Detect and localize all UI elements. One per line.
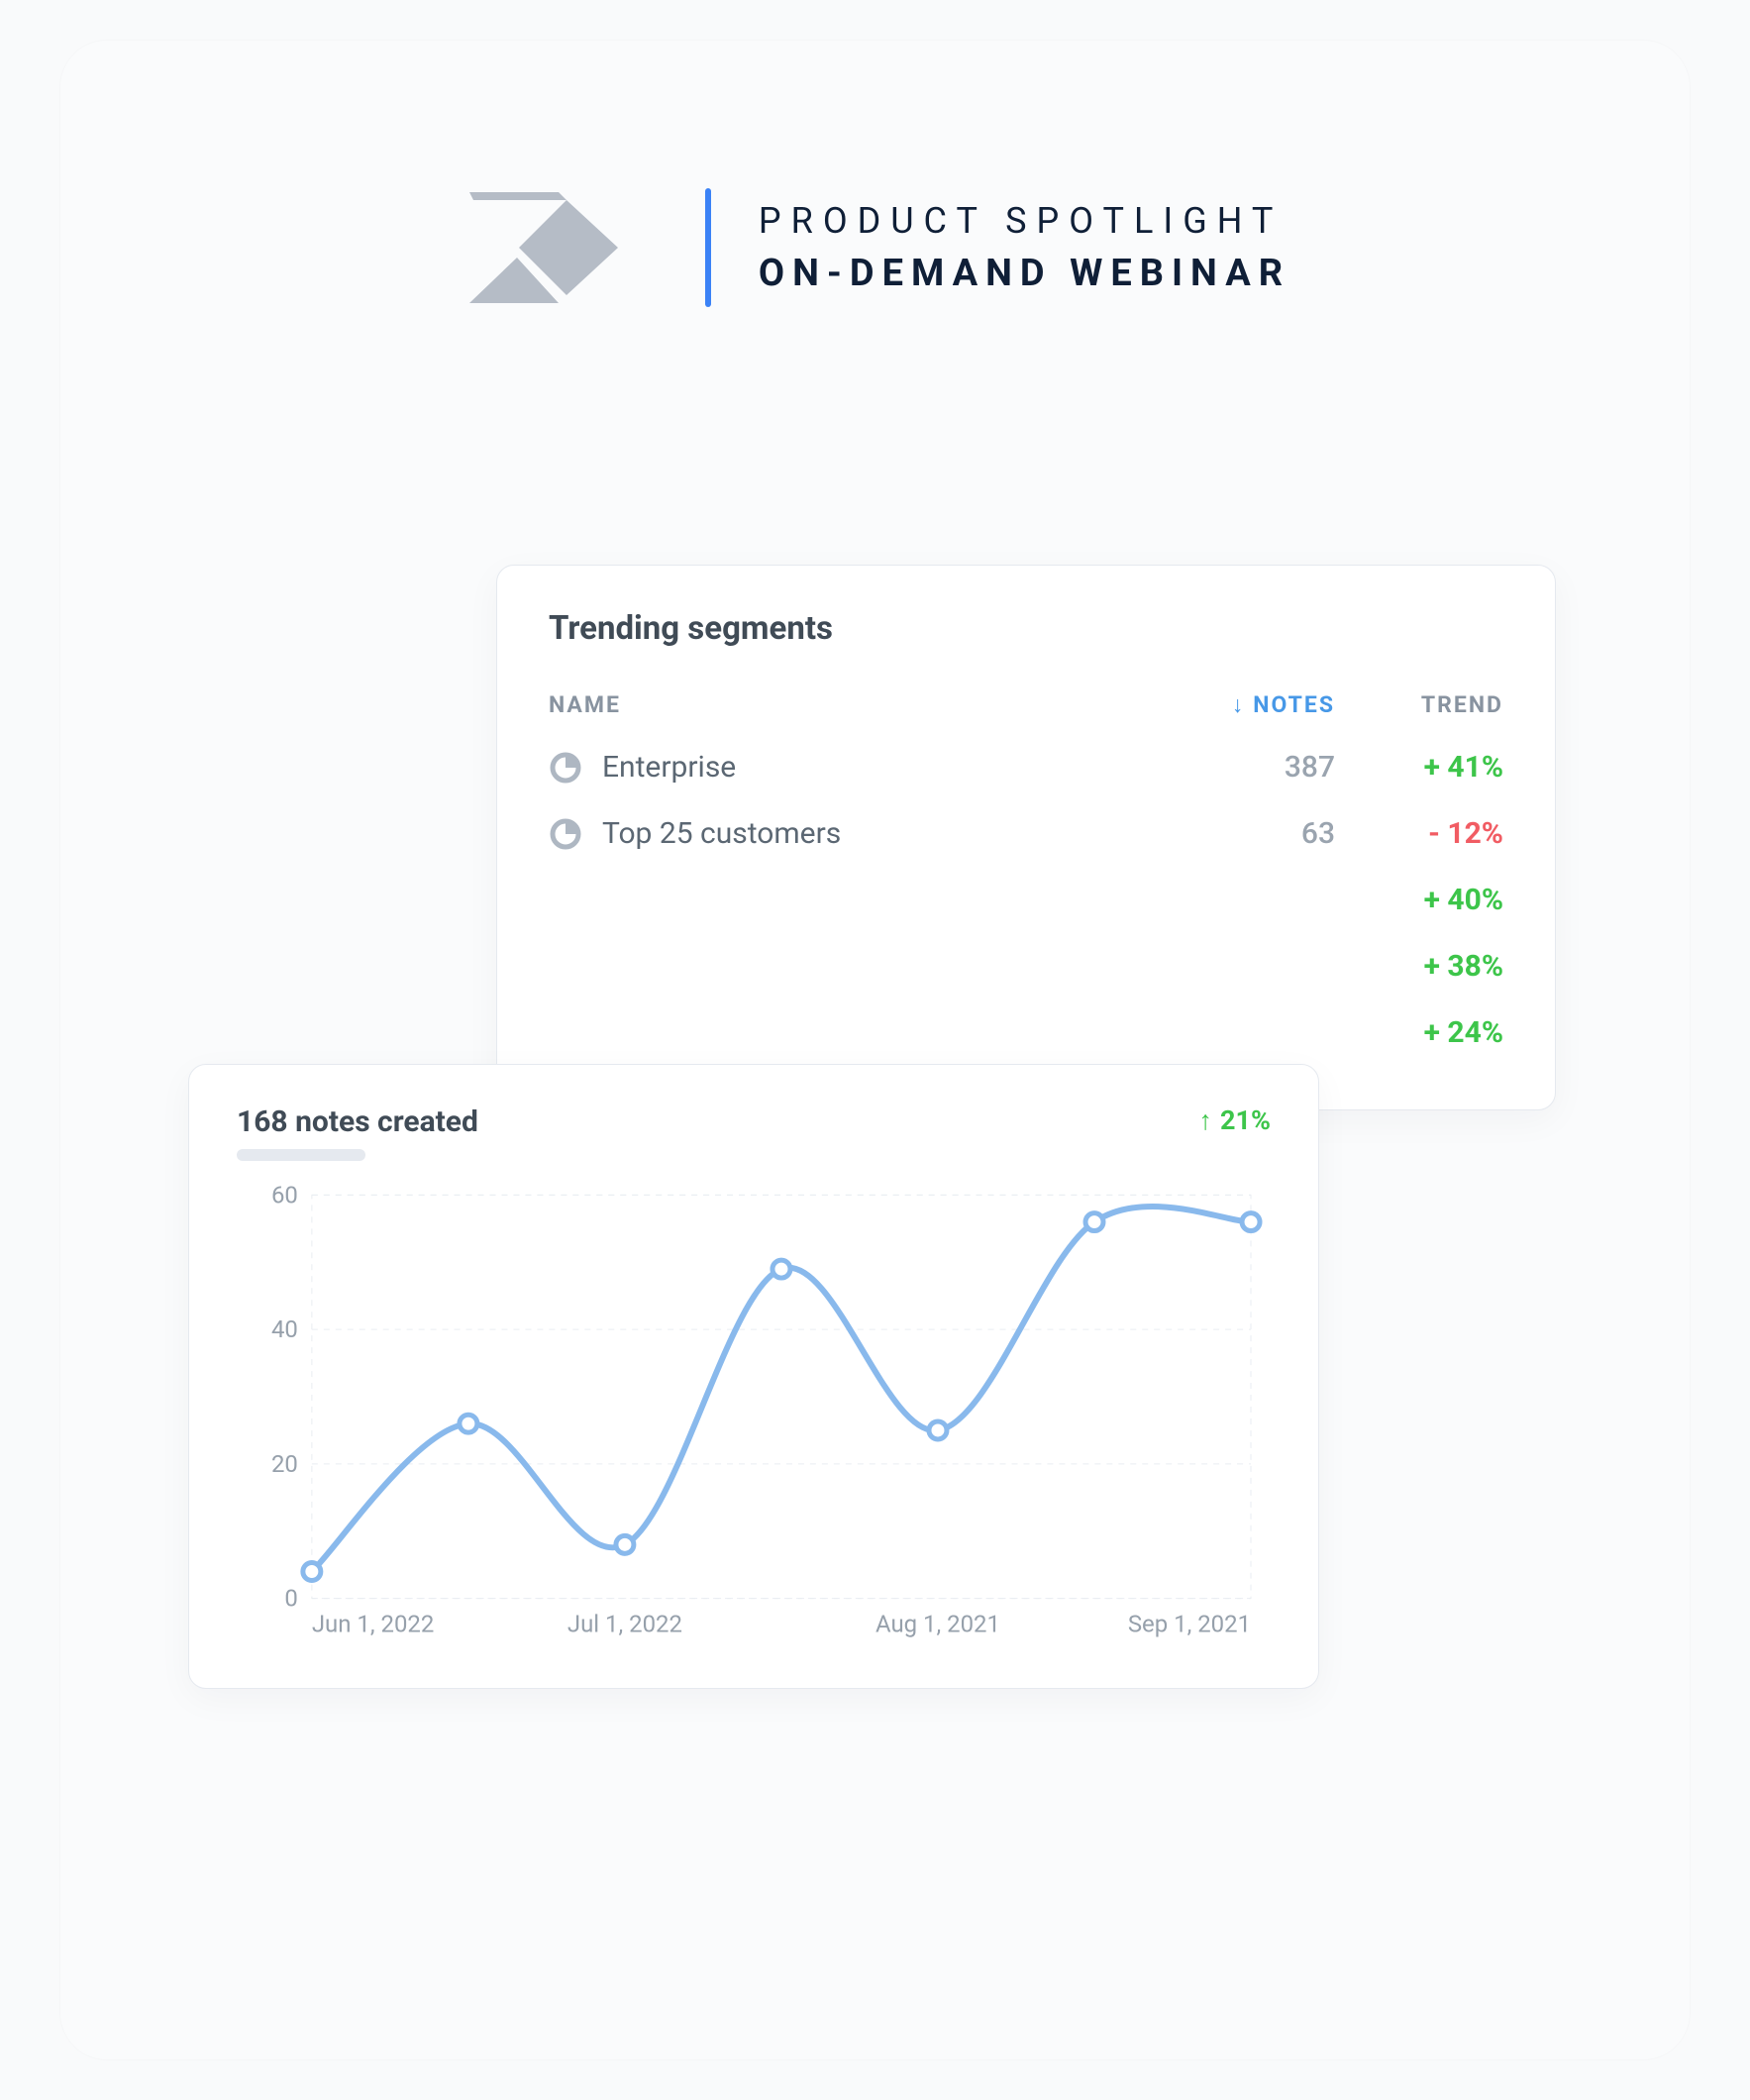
segments-header-row: NAME ↓ NOTES TREND [549,676,1503,734]
segment-trend: - 12% [1335,816,1503,851]
segment-trend: + 24% [1335,1015,1503,1050]
chart-delta-value: 21% [1220,1104,1271,1136]
svg-text:20: 20 [271,1450,298,1478]
notes-chart-card: 168 notes created ↑ 21% 0 20 40 60 Jun 1, 20… [188,1064,1319,1689]
segment-name: Enterprise [602,750,736,785]
header-divider [705,188,711,307]
col-notes-label: NOTES [1253,691,1335,718]
svg-text:Jul 1, 2022: Jul 1, 2022 [567,1611,682,1638]
col-trend[interactable]: TREND [1335,691,1503,718]
segments-title: Trending segments [549,609,1503,648]
segment-name: Top 25 customers [602,816,841,851]
arrow-up-icon: ↑ [1199,1104,1213,1136]
segment-notes: 387 [1167,750,1335,785]
segment-name-cell: Top 25 customers [549,816,1167,851]
page-header: PRODUCT SPOTLIGHT ON-DEMAND WEBINAR [59,188,1691,307]
segments-card: Trending segments NAME ↓ NOTES TREND Ent… [496,565,1556,1110]
col-name[interactable]: NAME [549,691,1167,718]
brand-logo-icon [460,188,658,307]
segment-trend: + 38% [1335,949,1503,984]
segment-notes: 63 [1167,816,1335,851]
chart-header: 168 notes created ↑ 21% [237,1104,1271,1161]
col-notes[interactable]: ↓ NOTES [1167,691,1335,718]
segment-trend: + 40% [1335,883,1503,917]
header-titles: PRODUCT SPOTLIGHT ON-DEMAND WEBINAR [759,200,1290,295]
chart-title: 168 notes created [237,1104,478,1139]
line-chart: 0 20 40 60 Jun 1, 2022 Jul 1, 2022 Aug 1, 2021… [237,1177,1271,1652]
table-row[interactable]: Enterprise 387+ 41% [549,734,1503,800]
table-row[interactable]: Top 25 customers 63- 12% [549,800,1503,867]
segments-rows: Enterprise 387+ 41% Top 25 customers 63- 12… [549,734,1503,1066]
pie-icon [549,817,582,851]
chart-area: 0 20 40 60 Jun 1, 2022 Jul 1, 2022 Aug 1, 2021… [237,1177,1271,1652]
svg-text:Jun 1, 2022: Jun 1, 2022 [312,1611,434,1638]
segment-trend: + 41% [1335,750,1503,785]
svg-text:0: 0 [284,1585,297,1613]
header-eyebrow: PRODUCT SPOTLIGHT [759,200,1290,242]
sort-down-icon: ↓ [1232,691,1246,718]
header-headline: ON-DEMAND WEBINAR [759,252,1290,295]
pie-icon [549,751,582,785]
table-row[interactable]: + 38% [549,933,1503,999]
svg-text:60: 60 [271,1181,298,1208]
chart-loading-bar [237,1149,365,1161]
chart-title-block: 168 notes created [237,1104,478,1161]
svg-text:Aug 1, 2021: Aug 1, 2021 [875,1611,1000,1638]
chart-delta: ↑ 21% [1199,1104,1271,1136]
svg-text:Sep 1, 2021: Sep 1, 2021 [1128,1611,1251,1638]
svg-text:40: 40 [271,1315,298,1343]
table-row[interactable]: + 40% [549,867,1503,933]
table-row[interactable]: + 24% [549,999,1503,1066]
segment-name-cell: Enterprise [549,750,1167,785]
page-card: PRODUCT SPOTLIGHT ON-DEMAND WEBINAR Tren… [59,40,1691,2060]
